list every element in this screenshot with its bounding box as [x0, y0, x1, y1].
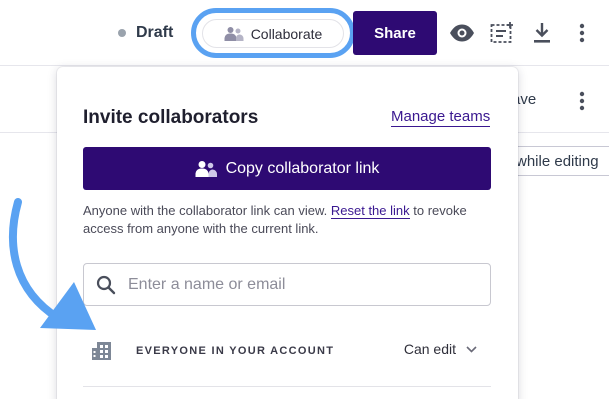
copy-link-label: Copy collaborator link — [225, 159, 380, 177]
preview-eye-icon[interactable] — [449, 20, 475, 46]
share-button[interactable]: Share — [353, 11, 437, 55]
permission-value: Can edit — [403, 341, 456, 357]
invite-search-input[interactable] — [128, 275, 458, 294]
building-icon — [92, 342, 111, 360]
more-vertical-icon[interactable] — [572, 89, 592, 113]
invite-collaborators-popover: Invite collaborators Manage teams Copy c… — [57, 67, 518, 399]
collaborators-icon — [195, 160, 217, 177]
manage-teams-link[interactable]: Manage teams — [391, 108, 491, 127]
permission-dropdown[interactable]: Can edit — [404, 341, 477, 357]
more-vertical-icon[interactable] — [569, 20, 595, 46]
account-row-label: EVERYONE IN YOUR ACCOUNT — [136, 345, 335, 357]
collaborate-label: Collaborate — [250, 25, 323, 42]
status-label: Draft — [136, 24, 174, 41]
copy-collaborator-link-button[interactable]: Copy collaborator link — [83, 147, 491, 190]
document-status: Draft — [118, 22, 173, 44]
top-toolbar: Draft Collaborate Share — [0, 0, 609, 66]
collaborator-link-help-text: Anyone with the collaborator link can vi… — [83, 202, 503, 238]
chevron-down-icon — [466, 345, 477, 353]
reset-link[interactable]: Reset the link — [330, 203, 410, 219]
everyone-in-account-row: EVERYONE IN YOUR ACCOUNT Can edit — [83, 333, 491, 369]
row-divider — [83, 386, 491, 387]
collaborators-icon — [224, 26, 244, 41]
editing-chip-partial[interactable]: while editing — [509, 146, 609, 176]
template-icon[interactable] — [489, 20, 515, 46]
search-icon — [96, 275, 116, 294]
help-prefix: Anyone with the collaborator link can vi… — [83, 203, 328, 218]
download-icon[interactable] — [529, 20, 555, 46]
invite-search-field[interactable] — [83, 263, 491, 306]
popover-title: Invite collaborators — [83, 107, 259, 128]
status-dot-icon — [118, 29, 126, 37]
collaborate-button[interactable]: Collaborate — [202, 19, 344, 48]
